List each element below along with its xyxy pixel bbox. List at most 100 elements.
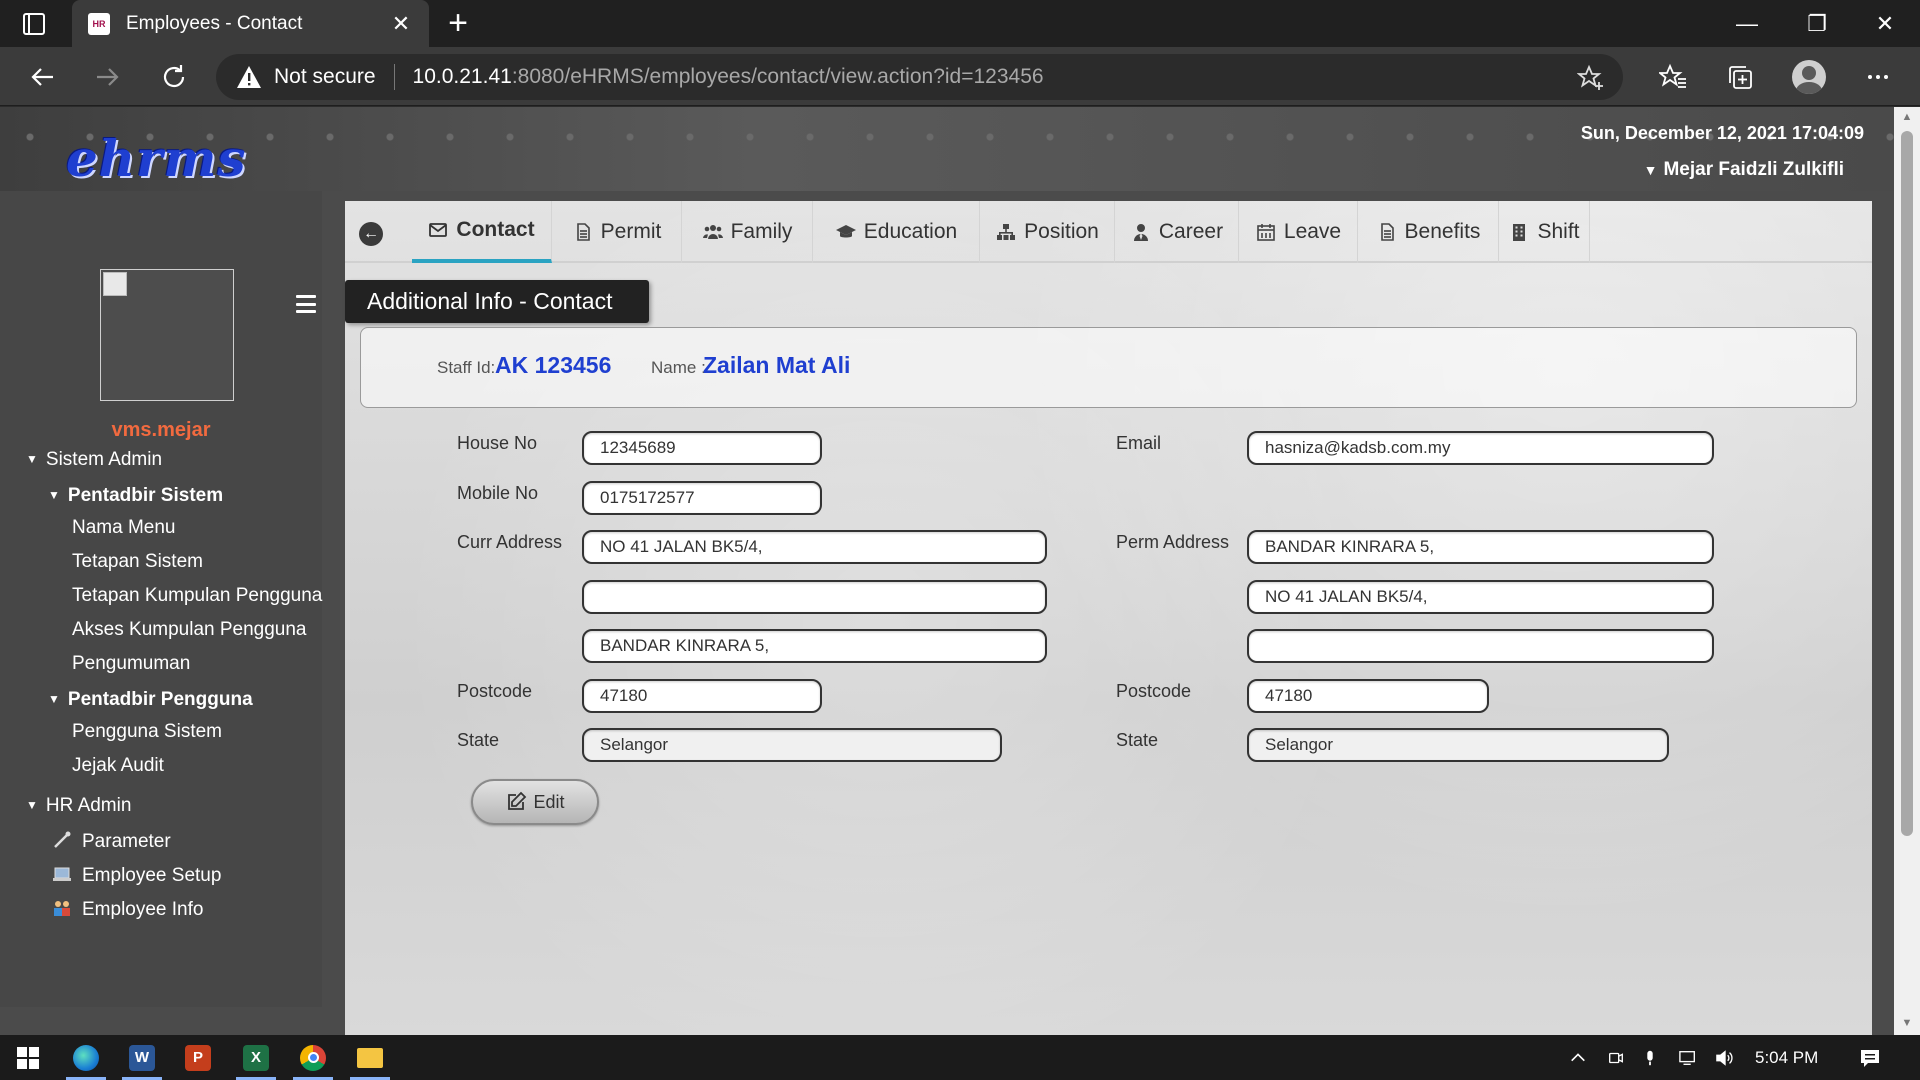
scrollbar-thumb[interactable] bbox=[1901, 131, 1913, 836]
menu-group-sistem-admin[interactable]: ▼ Sistem Admin bbox=[0, 449, 322, 471]
menu-item-employee-info[interactable]: Employee Info bbox=[0, 899, 322, 921]
web-page: ehrms Sun, December 12, 2021 17:04:09 ▼ M… bbox=[0, 107, 1920, 1035]
tab-family[interactable]: Family bbox=[683, 201, 813, 263]
url-path: :8080/eHRMS/employees/contact/view.actio… bbox=[511, 65, 1044, 88]
caret-down-icon: ▼ bbox=[26, 798, 38, 812]
edge-icon[interactable] bbox=[58, 1035, 114, 1080]
curr-address-line3-field[interactable]: BANDAR KINRARA 5, bbox=[582, 629, 1047, 663]
building-icon bbox=[1513, 224, 1526, 241]
staff-id-label: Staff Id: bbox=[437, 358, 496, 377]
sidebar-username: vms.mejar bbox=[111, 419, 211, 441]
profile-avatar[interactable] bbox=[1792, 60, 1826, 94]
excel-icon[interactable]: X bbox=[228, 1035, 284, 1080]
mobile-no-label: Mobile No bbox=[457, 483, 539, 503]
curr-state-select[interactable]: Selangor bbox=[582, 728, 1002, 762]
menu-group-hr-admin[interactable]: ▼ HR Admin bbox=[0, 795, 322, 817]
curr-address-line1-field[interactable]: NO 41 JALAN BK5/4, bbox=[582, 530, 1047, 564]
favorites-icon[interactable] bbox=[1657, 61, 1689, 93]
curr-postcode-label: Postcode bbox=[457, 681, 533, 701]
mobile-no-field[interactable]: 0175172577 bbox=[582, 481, 822, 515]
ehrms-logo[interactable]: ehrms bbox=[66, 129, 247, 188]
caret-down-icon: ▼ bbox=[48, 488, 60, 502]
browser-tab[interactable]: HR Employees - Contact ✕ bbox=[72, 0, 429, 47]
menu-item-parameter[interactable]: Parameter bbox=[0, 831, 322, 853]
taskbar-clock[interactable]: 5:04 PM bbox=[1755, 1035, 1818, 1080]
tab-career[interactable]: Career bbox=[1116, 201, 1239, 263]
close-window-button[interactable]: ✕ bbox=[1850, 0, 1920, 47]
tab-actions-icon[interactable] bbox=[18, 11, 50, 37]
caret-down-icon: ▼ bbox=[26, 452, 38, 466]
minimize-window-button[interactable]: — bbox=[1712, 0, 1782, 47]
menu-item-pengumuman[interactable]: Pengumuman bbox=[0, 653, 322, 675]
sidebar: vms.mejar ▼ Sistem Admin ▼ Pentadbir Siste… bbox=[0, 191, 322, 1007]
menu-item-pengguna-sistem[interactable]: Pengguna Sistem bbox=[0, 721, 322, 743]
perm-postcode-field[interactable]: 47180 bbox=[1247, 679, 1489, 713]
show-hidden-icons-icon[interactable] bbox=[1566, 1035, 1590, 1080]
menu-group-pentadbir-sistem[interactable]: ▼ Pentadbir Sistem bbox=[0, 485, 322, 507]
back-arrow-icon[interactable]: ← bbox=[359, 222, 383, 246]
reload-button[interactable] bbox=[154, 57, 194, 97]
microphone-icon[interactable] bbox=[1638, 1035, 1662, 1080]
url-host: 10.0.21.41 bbox=[412, 65, 512, 88]
notifications-icon[interactable] bbox=[1856, 1035, 1884, 1080]
menu-group-pentadbir-pengguna[interactable]: ▼ Pentadbir Pengguna bbox=[0, 689, 322, 711]
page-scrollbar[interactable]: ▲ ▼ bbox=[1894, 107, 1920, 1035]
menu-item-nama-menu[interactable]: Nama Menu bbox=[0, 517, 322, 539]
calendar-icon bbox=[1257, 224, 1275, 241]
tab-education[interactable]: Education bbox=[814, 201, 980, 263]
tab-shift[interactable]: Shift bbox=[1500, 201, 1590, 263]
curr-postcode-field[interactable]: 47180 bbox=[582, 679, 822, 713]
graduation-cap-icon bbox=[835, 225, 856, 238]
tab-leave[interactable]: Leave bbox=[1240, 201, 1358, 263]
caret-down-icon: ▼ bbox=[48, 692, 60, 706]
email-field[interactable]: hasniza@kadsb.com.my bbox=[1247, 431, 1714, 465]
file-explorer-icon[interactable] bbox=[342, 1035, 398, 1080]
wrench-icon bbox=[54, 831, 71, 848]
chrome-icon[interactable] bbox=[285, 1035, 341, 1080]
menu-item-employee-setup[interactable]: Employee Setup bbox=[0, 865, 322, 887]
staff-id-value: AK 123456 bbox=[495, 352, 612, 378]
network-icon[interactable] bbox=[1675, 1035, 1701, 1080]
menu-item-akses-kumpulan-pengguna[interactable]: Akses Kumpulan Pengguna bbox=[0, 619, 322, 641]
restore-window-button[interactable]: ❐ bbox=[1782, 0, 1852, 47]
url-field[interactable]: Not secure 10.0.21.41:8080/eHRMS/employe… bbox=[216, 54, 1623, 100]
document-icon bbox=[1380, 223, 1394, 241]
meet-now-icon[interactable] bbox=[1604, 1035, 1628, 1080]
scroll-down-icon[interactable]: ▼ bbox=[1901, 1017, 1913, 1029]
laptop-icon bbox=[53, 867, 71, 881]
house-no-field[interactable]: 12345689 bbox=[582, 431, 822, 465]
back-button[interactable] bbox=[22, 57, 62, 97]
menu-item-tetapan-kumpulan-pengguna[interactable]: Tetapan Kumpulan Pengguna bbox=[0, 585, 322, 607]
close-tab-icon[interactable]: ✕ bbox=[389, 11, 413, 37]
tab-benefits[interactable]: Benefits bbox=[1359, 201, 1499, 263]
new-tab-button[interactable]: + bbox=[440, 6, 476, 42]
hamburger-menu-icon[interactable] bbox=[296, 295, 316, 313]
user-menu[interactable]: ▼ Mejar Faidzli Zulkifli bbox=[1644, 159, 1844, 181]
menu-item-jejak-audit[interactable]: Jejak Audit bbox=[0, 755, 322, 777]
menu-item-tetapan-sistem[interactable]: Tetapan Sistem bbox=[0, 551, 322, 573]
start-icon[interactable] bbox=[0, 1035, 56, 1080]
perm-state-select[interactable]: Selangor bbox=[1247, 728, 1669, 762]
tab-contact[interactable]: Contact bbox=[412, 201, 552, 263]
scroll-up-icon[interactable]: ▲ bbox=[1901, 111, 1913, 123]
powerpoint-icon[interactable]: P bbox=[170, 1035, 226, 1080]
staff-info-box: Staff Id: AK 123456 Name : Zailan Mat Al… bbox=[360, 327, 1857, 408]
perm-address-line1-field[interactable]: BANDAR KINRARA 5, bbox=[1247, 530, 1714, 564]
add-favorite-icon[interactable] bbox=[1577, 64, 1605, 92]
perm-address-line3-field[interactable] bbox=[1247, 629, 1714, 663]
volume-icon[interactable] bbox=[1712, 1035, 1738, 1080]
perm-address-line2-field[interactable]: NO 41 JALAN BK5/4, bbox=[1247, 580, 1714, 614]
edit-button[interactable]: Edit bbox=[471, 779, 599, 825]
browser-tab-bar: HR Employees - Contact ✕ + — ❐ ✕ bbox=[0, 0, 1920, 47]
forward-button[interactable] bbox=[88, 57, 128, 97]
envelope-icon bbox=[429, 223, 448, 237]
section-title: Additional Info - Contact bbox=[345, 280, 649, 323]
more-options-icon[interactable] bbox=[1862, 61, 1894, 93]
security-label[interactable]: Not secure bbox=[274, 65, 376, 89]
site-favicon-icon: HR bbox=[88, 12, 110, 35]
curr-address-line2-field[interactable] bbox=[582, 580, 1047, 614]
tab-permit[interactable]: Permit bbox=[553, 201, 682, 263]
tab-position[interactable]: Position bbox=[981, 201, 1115, 263]
collections-icon[interactable] bbox=[1724, 61, 1756, 93]
word-icon[interactable]: W bbox=[114, 1035, 170, 1080]
